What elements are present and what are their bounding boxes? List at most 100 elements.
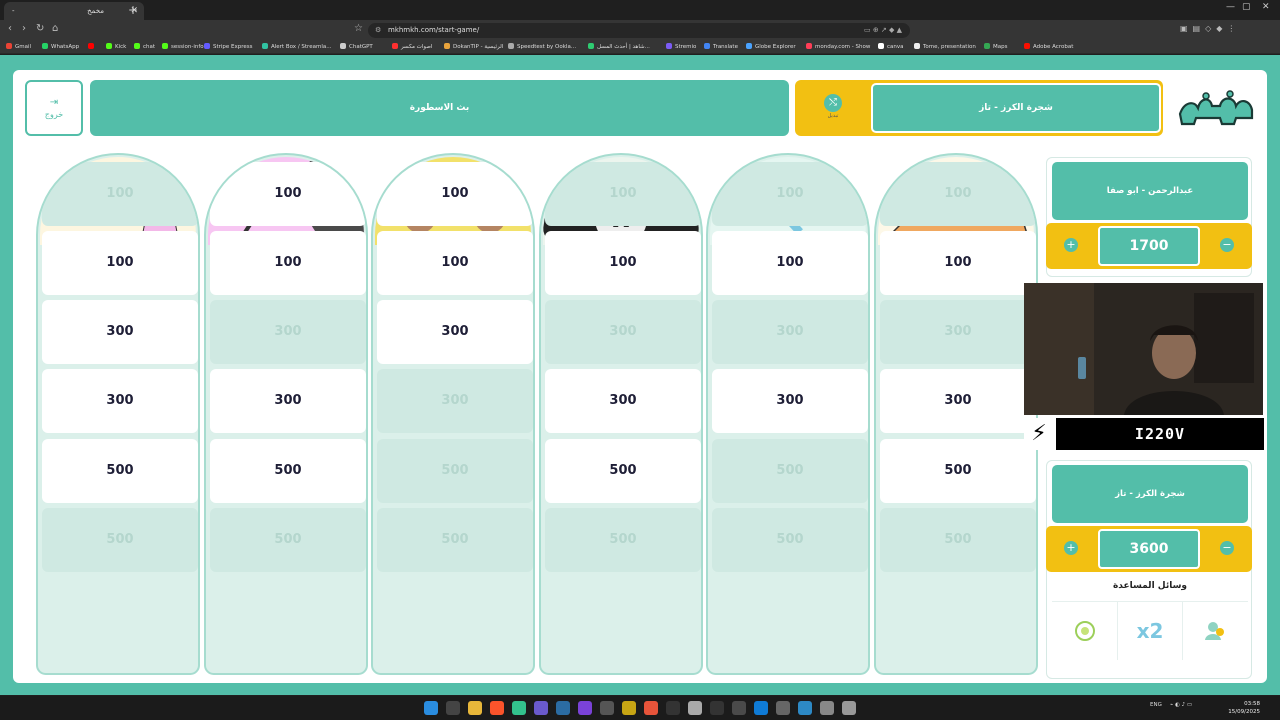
taskbar-clock[interactable]: 03:58 15/09/2025	[1226, 700, 1260, 716]
question-tile[interactable]: 500	[42, 439, 198, 503]
bookmark-item[interactable]: monday.com - Show	[806, 41, 870, 53]
question-tile[interactable]: 100	[42, 231, 198, 295]
bookmark-item[interactable]: WhatsApp	[42, 41, 79, 53]
bookmark-item[interactable]: Kick	[106, 41, 126, 53]
clock-date: 15/09/2025	[1228, 709, 1260, 715]
question-tile[interactable]: 300	[545, 369, 701, 433]
bookmark-item[interactable]: شاهد | أحدث المسل...	[588, 41, 650, 53]
extensions-icons[interactable]: ▣▤◇◆⋮	[1180, 24, 1240, 33]
app-icon[interactable]	[754, 701, 768, 715]
app-icon[interactable]	[842, 701, 856, 715]
browser-tab[interactable]: - مخمخ ✕	[4, 2, 144, 20]
steam-icon[interactable]	[556, 701, 570, 715]
question-tile: 300	[712, 300, 868, 364]
file-explorer-icon[interactable]	[468, 701, 482, 715]
clock-time: 03:58	[1244, 701, 1260, 707]
back-icon[interactable]: ‹	[8, 23, 12, 34]
question-tile[interactable]: 300	[880, 369, 1036, 433]
app-icon[interactable]	[578, 701, 592, 715]
bookmark-item[interactable]: اصوات مكسر	[392, 41, 432, 53]
swap-turn-button[interactable]: ⤭ تبديل	[822, 94, 844, 122]
bookmark-item[interactable]: Maps	[984, 41, 1007, 53]
score-row-1: + 1700 −	[1046, 223, 1252, 269]
question-tile[interactable]: 100	[712, 231, 868, 295]
question-tile[interactable]: 300	[712, 369, 868, 433]
question-tile: 500	[377, 508, 533, 572]
bookmark-item[interactable]: DokanTIP - الرئيسية	[444, 41, 503, 53]
bookmark-item[interactable]: ChatGPT	[340, 41, 373, 53]
app-icon[interactable]	[644, 701, 658, 715]
bookmark-item[interactable]: Translate	[704, 41, 738, 53]
address-bar[interactable]: ⚙ mkhmkh.com/start-game/ ▭ ⊕ ↗ ◆ ▲	[368, 23, 910, 38]
lightning-icon: ⚡	[1031, 421, 1047, 446]
question-tile[interactable]: 300	[377, 300, 533, 364]
brave-browser-icon[interactable]	[490, 701, 504, 715]
bookmark-item[interactable]: Stripe Express	[204, 41, 253, 53]
window-close-icon[interactable]: ✕	[1262, 2, 1270, 12]
search-icon[interactable]	[446, 701, 460, 715]
app-icon[interactable]	[622, 701, 636, 715]
question-tile[interactable]: 500	[210, 439, 366, 503]
bookmark-item[interactable]: chat	[134, 41, 155, 53]
new-tab-button[interactable]: +	[128, 3, 138, 17]
tray-icons[interactable]: ⌁ ◐ ♪ ▭	[1170, 702, 1192, 708]
question-tile[interactable]: 300	[210, 369, 366, 433]
app-icon[interactable]	[600, 701, 614, 715]
settings-icon[interactable]	[776, 701, 790, 715]
question-tile[interactable]: 300	[42, 300, 198, 364]
question-tile[interactable]: 300	[42, 369, 198, 433]
bookmark-item[interactable]	[88, 41, 97, 53]
decrease-score-button[interactable]: −	[1220, 541, 1234, 555]
question-tile[interactable]: 100	[377, 231, 533, 295]
bookmark-item[interactable]: Speedtest by Ookla...	[508, 41, 576, 53]
discord-icon[interactable]	[534, 701, 548, 715]
app-icon[interactable]	[710, 701, 724, 715]
decrease-score-button[interactable]: −	[1220, 238, 1234, 252]
forward-icon[interactable]: ›	[22, 23, 26, 34]
question-tile[interactable]: 100	[210, 162, 366, 226]
windows-taskbar: ENG ⌁ ◐ ♪ ▭ 03:58 15/09/2025	[0, 696, 1280, 720]
app-icon[interactable]	[820, 701, 834, 715]
app-icon[interactable]	[666, 701, 680, 715]
call-friend-icon	[1205, 622, 1224, 640]
reload-icon[interactable]: ↻	[36, 23, 44, 34]
maximize-icon[interactable]: ▢	[1242, 2, 1251, 12]
app-icon[interactable]	[798, 701, 812, 715]
increase-score-button[interactable]: +	[1064, 238, 1078, 252]
site-info-icon[interactable]: ⚙	[375, 23, 381, 38]
pit-button[interactable]	[1052, 602, 1117, 660]
question-tile: 500	[712, 439, 868, 503]
score-value: 1700	[1098, 226, 1200, 266]
app-icon[interactable]	[732, 701, 746, 715]
question-tile[interactable]: 100	[377, 162, 533, 226]
bookmark-item[interactable]: Stremio	[666, 41, 696, 53]
increase-score-button[interactable]: +	[1064, 541, 1078, 555]
browser-tab-strip: - مخمخ ✕ + — ▢ ✕	[0, 0, 1280, 20]
bookmark-item[interactable]: Gmail	[6, 41, 31, 53]
home-icon[interactable]: ⌂	[52, 23, 58, 34]
address-bar-actions[interactable]: ▭ ⊕ ↗ ◆ ▲	[864, 23, 902, 38]
call-friend-button[interactable]	[1182, 602, 1247, 660]
question-tile[interactable]: 500	[880, 439, 1036, 503]
bookmark-item[interactable]: session-info	[162, 41, 204, 53]
question-tile: 100	[545, 162, 701, 226]
bookmark-star-icon[interactable]: ☆	[354, 23, 363, 34]
bookmark-item[interactable]: Globe Explorer	[746, 41, 796, 53]
question-tile[interactable]: 500	[545, 439, 701, 503]
windows-start-icon[interactable]	[424, 701, 438, 715]
question-tile[interactable]: 100	[880, 231, 1036, 295]
app-icon[interactable]	[512, 701, 526, 715]
minimize-icon[interactable]: —	[1226, 2, 1235, 12]
active-team-name: شجرة الكرز - تاز	[871, 83, 1161, 133]
bookmark-item[interactable]: Adobe Acrobat	[1024, 41, 1073, 53]
exit-button[interactable]: ⇥ خروج	[25, 80, 83, 136]
question-tile[interactable]: 100	[545, 231, 701, 295]
bookmark-item[interactable]: Alert Box / Streamla...	[262, 41, 331, 53]
question-tile[interactable]: 100	[210, 231, 366, 295]
bookmark-item[interactable]: Tome, presentation	[914, 41, 976, 53]
app-icon[interactable]	[688, 701, 702, 715]
question-tile: 500	[545, 508, 701, 572]
bookmark-item[interactable]: canva	[878, 41, 904, 53]
double-points-button[interactable]: x2	[1117, 602, 1182, 660]
tray-language[interactable]: ENG	[1150, 702, 1162, 708]
